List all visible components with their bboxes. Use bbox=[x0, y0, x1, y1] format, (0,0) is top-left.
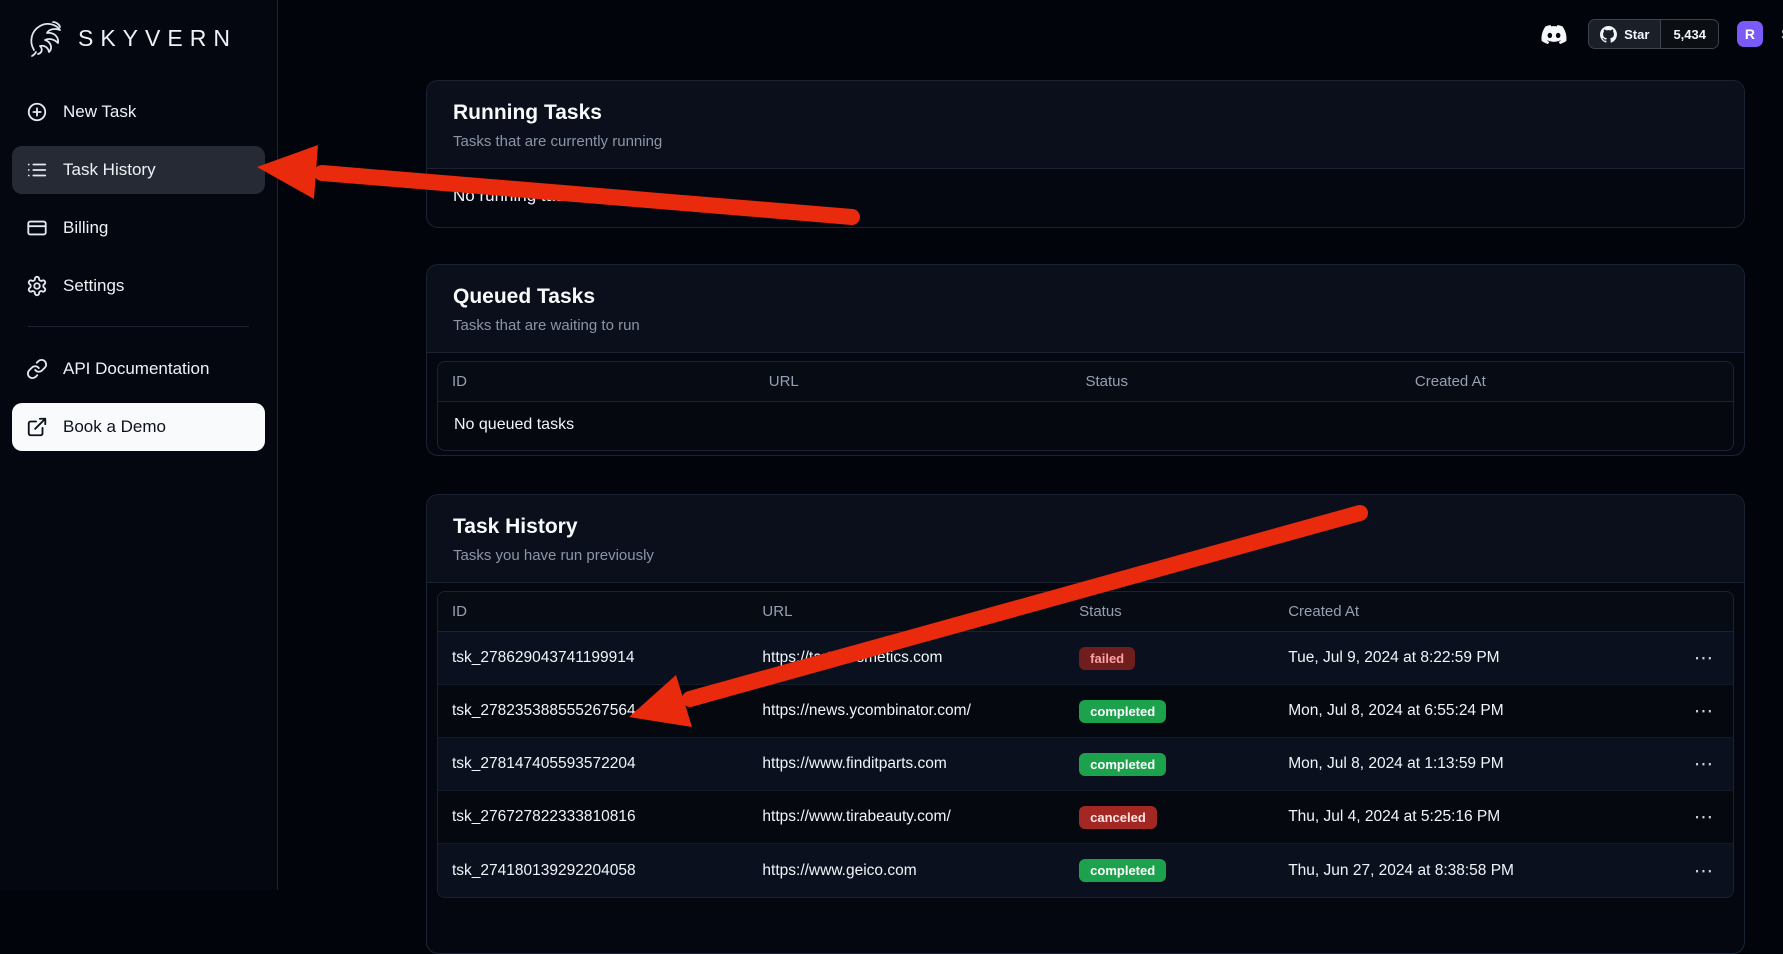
task-history-table: ID URL Status Created At tsk_27862904374… bbox=[437, 591, 1734, 898]
sidebar-divider bbox=[28, 326, 249, 327]
task-id: tsk_278629043741199914 bbox=[452, 649, 762, 667]
card-subtitle: Tasks that are waiting to run bbox=[453, 317, 1718, 334]
sidebar-nav: New Task Task History Billing Settings bbox=[0, 70, 277, 451]
task-history-card: Task History Tasks you have run previous… bbox=[426, 494, 1745, 954]
column-header-url: URL bbox=[769, 373, 1086, 390]
running-tasks-header: Running Tasks Tasks that are currently r… bbox=[427, 81, 1744, 169]
status-badge: failed bbox=[1079, 647, 1135, 670]
column-header-created-at: Created At bbox=[1415, 373, 1719, 390]
card-title: Running Tasks bbox=[453, 101, 1718, 125]
sidebar-item-label: Billing bbox=[63, 218, 108, 238]
queued-tasks-table: ID URL Status Created At No queued tasks bbox=[437, 361, 1734, 451]
list-icon bbox=[26, 159, 48, 181]
queued-tasks-header: Queued Tasks Tasks that are waiting to r… bbox=[427, 265, 1744, 353]
plus-circle-icon bbox=[26, 101, 48, 123]
status-badge: completed bbox=[1079, 753, 1166, 776]
card-subtitle: Tasks that are currently running bbox=[453, 133, 1718, 150]
task-id: tsk_278235388555267564 bbox=[452, 702, 762, 720]
sidebar-item-label: API Documentation bbox=[63, 359, 209, 379]
row-actions-button[interactable]: ⋯ bbox=[1688, 698, 1719, 724]
task-created-at: Thu, Jun 27, 2024 at 8:38:58 PM bbox=[1288, 862, 1611, 880]
task-url: https://www.geico.com bbox=[762, 862, 1079, 880]
row-actions-button[interactable]: ⋯ bbox=[1688, 858, 1719, 884]
running-tasks-card: Running Tasks Tasks that are currently r… bbox=[426, 80, 1745, 228]
column-header-id: ID bbox=[452, 603, 762, 620]
discord-icon[interactable] bbox=[1538, 22, 1570, 47]
table-row[interactable]: tsk_278629043741199914 https://tartecosm… bbox=[438, 632, 1733, 685]
sidebar: SKYVERN New Task Task History Billing Se… bbox=[0, 0, 278, 890]
credit-card-icon bbox=[26, 217, 48, 239]
table-header-row: ID URL Status Created At bbox=[438, 592, 1733, 632]
main-content: Running Tasks Tasks that are currently r… bbox=[278, 0, 1783, 890]
status-badge: completed bbox=[1079, 859, 1166, 882]
column-header-id: ID bbox=[452, 373, 769, 390]
task-created-at: Tue, Jul 9, 2024 at 8:22:59 PM bbox=[1288, 649, 1611, 667]
task-url: https://tartecosmetics.com bbox=[762, 649, 1079, 667]
task-id: tsk_276727822333810816 bbox=[452, 808, 762, 826]
row-actions-button[interactable]: ⋯ bbox=[1688, 751, 1719, 777]
sidebar-item-label: Task History bbox=[63, 160, 156, 180]
column-header-status: Status bbox=[1086, 373, 1415, 390]
brand-logo[interactable]: SKYVERN bbox=[0, 0, 277, 70]
gear-icon bbox=[26, 275, 48, 297]
queued-tasks-card: Queued Tasks Tasks that are waiting to r… bbox=[426, 264, 1745, 456]
task-url: https://news.ycombinator.com/ bbox=[762, 702, 1079, 720]
task-history-header: Task History Tasks you have run previous… bbox=[427, 495, 1744, 583]
table-header-row: ID URL Status Created At bbox=[438, 362, 1733, 402]
sidebar-item-settings[interactable]: Settings bbox=[12, 262, 265, 310]
table-row[interactable]: tsk_276727822333810816 https://www.tirab… bbox=[438, 791, 1733, 844]
brand-name: SKYVERN bbox=[78, 25, 237, 52]
card-title: Task History bbox=[453, 515, 1718, 539]
running-tasks-empty-message: No running tasks bbox=[427, 169, 1744, 223]
column-header-url: URL bbox=[762, 603, 1079, 620]
task-url: https://www.tirabeauty.com/ bbox=[762, 808, 1079, 826]
sidebar-item-task-history[interactable]: Task History bbox=[12, 146, 265, 194]
github-star-count: 5,434 bbox=[1660, 20, 1718, 48]
sidebar-item-book-a-demo[interactable]: Book a Demo bbox=[12, 403, 265, 451]
sidebar-item-label: Settings bbox=[63, 276, 124, 296]
status-badge: completed bbox=[1079, 700, 1166, 723]
card-title: Queued Tasks bbox=[453, 285, 1718, 309]
link-icon bbox=[26, 358, 48, 380]
row-actions-button[interactable]: ⋯ bbox=[1688, 804, 1719, 830]
sidebar-item-new-task[interactable]: New Task bbox=[12, 88, 265, 136]
status-badge: canceled bbox=[1079, 806, 1157, 829]
github-star-button[interactable]: Star 5,434 bbox=[1588, 19, 1719, 49]
table-row[interactable]: tsk_274180139292204058 https://www.geico… bbox=[438, 844, 1733, 897]
row-actions-button[interactable]: ⋯ bbox=[1688, 645, 1719, 671]
column-header-status: Status bbox=[1079, 603, 1288, 620]
topbar: Star 5,434 R S bbox=[1538, 18, 1783, 50]
sidebar-item-label: New Task bbox=[63, 102, 136, 122]
task-created-at: Thu, Jul 4, 2024 at 5:25:16 PM bbox=[1288, 808, 1611, 826]
github-icon bbox=[1600, 26, 1617, 43]
task-created-at: Mon, Jul 8, 2024 at 1:13:59 PM bbox=[1288, 755, 1611, 773]
github-star-label: Star bbox=[1624, 27, 1649, 42]
sidebar-item-api-documentation[interactable]: API Documentation bbox=[12, 345, 265, 393]
table-row[interactable]: tsk_278235388555267564 https://news.ycom… bbox=[438, 685, 1733, 738]
card-subtitle: Tasks you have run previously bbox=[453, 547, 1718, 564]
column-header-created-at: Created At bbox=[1288, 603, 1611, 620]
avatar[interactable]: R bbox=[1737, 21, 1763, 47]
task-id: tsk_278147405593572204 bbox=[452, 755, 762, 773]
skyvern-dragon-icon bbox=[24, 16, 68, 60]
sidebar-item-label: Book a Demo bbox=[63, 417, 166, 437]
queued-tasks-empty-message: No queued tasks bbox=[438, 402, 1733, 450]
task-url: https://www.finditparts.com bbox=[762, 755, 1079, 773]
task-id: tsk_274180139292204058 bbox=[452, 862, 762, 880]
sidebar-item-billing[interactable]: Billing bbox=[12, 204, 265, 252]
external-link-icon bbox=[26, 416, 48, 438]
task-created-at: Mon, Jul 8, 2024 at 6:55:24 PM bbox=[1288, 702, 1611, 720]
table-row[interactable]: tsk_278147405593572204 https://www.findi… bbox=[438, 738, 1733, 791]
